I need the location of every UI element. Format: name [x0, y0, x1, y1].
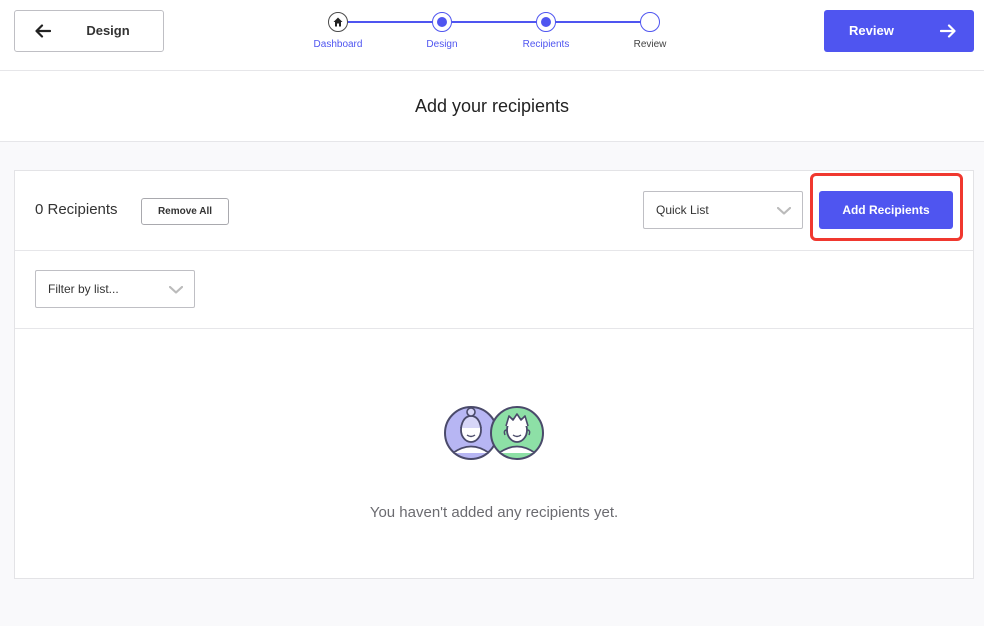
filter-by-list-select[interactable]: Filter by list... — [35, 270, 195, 308]
review-button[interactable]: Review — [824, 10, 974, 52]
recipient-count: 0 Recipients — [35, 201, 118, 218]
step-label-dashboard[interactable]: Dashboard — [298, 39, 378, 50]
back-button-label: Design — [86, 23, 130, 38]
step-connector — [452, 21, 546, 23]
step-connector — [348, 21, 442, 23]
step-label-recipients[interactable]: Recipients — [506, 39, 586, 50]
step-label-review[interactable]: Review — [610, 39, 690, 50]
progress-stepper: Dashboard Design Recipients Review — [300, 8, 680, 58]
page-title-bar: Add your recipients — [0, 71, 984, 142]
home-icon — [333, 17, 343, 26]
filter-placeholder: Filter by list... — [48, 282, 119, 296]
recipients-toolbar: 0 Recipients Remove All Quick List Add R… — [15, 171, 973, 251]
recipients-panel: 0 Recipients Remove All Quick List Add R… — [14, 170, 974, 579]
filter-row: Filter by list... — [15, 251, 973, 329]
empty-state: You haven't added any recipients yet. — [15, 329, 973, 579]
step-design[interactable] — [432, 12, 452, 32]
page-title: Add your recipients — [414, 96, 570, 116]
back-to-design-button[interactable]: Design — [14, 10, 164, 52]
right-arrow-icon — [940, 24, 956, 38]
step-connector — [555, 21, 651, 23]
remove-all-button[interactable]: Remove All — [141, 198, 229, 225]
empty-state-message: You haven't added any recipients yet. — [369, 504, 619, 521]
quick-list-select[interactable]: Quick List — [643, 191, 803, 229]
add-recipients-button[interactable]: Add Recipients — [819, 191, 953, 229]
chevron-down-icon — [169, 286, 183, 294]
step-dashboard[interactable] — [328, 12, 348, 32]
top-bar: Design Dashboard Design Recipients Revie… — [0, 0, 984, 71]
chevron-down-icon — [777, 207, 791, 215]
quick-list-value: Quick List — [656, 203, 709, 217]
step-review[interactable] — [640, 12, 660, 32]
recipients-avatar-icon — [444, 406, 544, 460]
step-label-design[interactable]: Design — [402, 39, 482, 50]
step-recipients[interactable] — [536, 12, 556, 32]
review-button-label: Review — [849, 23, 894, 38]
